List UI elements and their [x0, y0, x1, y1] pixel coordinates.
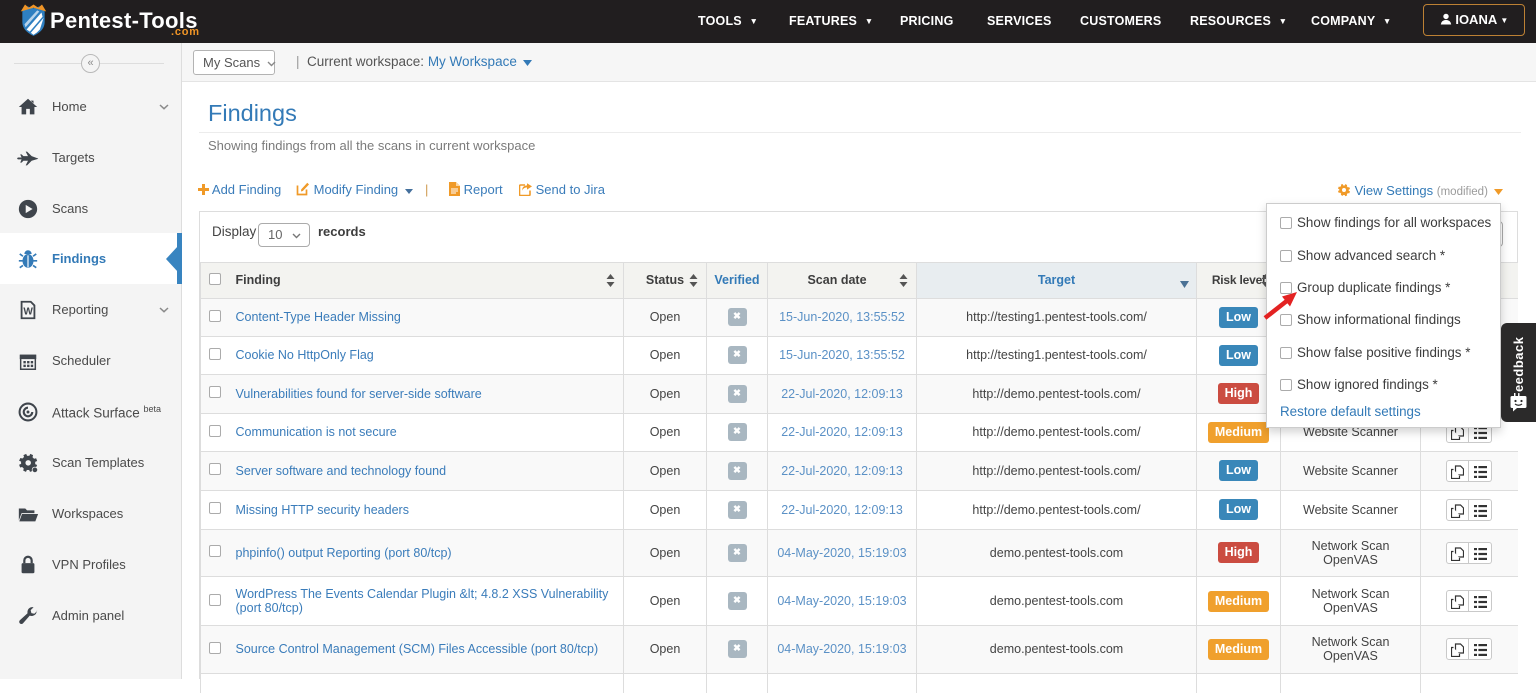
svg-text:W: W [23, 306, 33, 317]
